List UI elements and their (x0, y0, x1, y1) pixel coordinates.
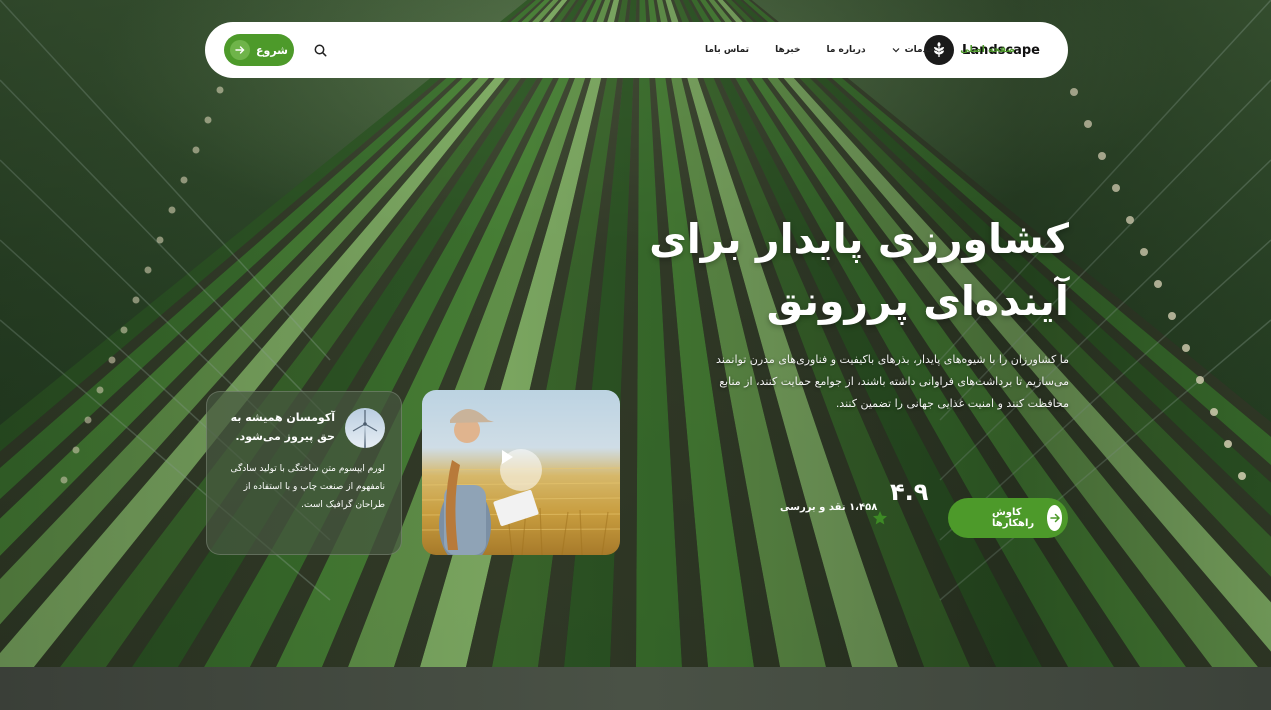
review-count: ۱،۴۵۸ نقد و بررسی (780, 502, 878, 513)
play-button[interactable] (500, 449, 542, 491)
hero-title-line-2: آینده‌ای پررونق (766, 277, 1069, 325)
hero-description-line-3: محافظت کنند و امنیت غذایی جهانی را تضمین… (835, 397, 1069, 410)
chevron-down-icon (892, 48, 900, 53)
start-button-label: شروع (255, 43, 288, 57)
play-icon (502, 450, 513, 464)
wind-turbine-icon (345, 408, 385, 448)
arrow-right-icon (230, 40, 250, 60)
menu-item-about[interactable]: درباره ما (826, 45, 865, 55)
hero-overlay (0, 0, 1271, 667)
explore-solutions-button[interactable]: کاوش راهکارها (948, 498, 1068, 538)
hero-description-line-1: ما کشاورزان را با شیوه‌های پایدار، بذرها… (715, 353, 1069, 366)
arrow-right-icon (1047, 505, 1062, 531)
bottom-band (0, 667, 1271, 710)
info-card: آکومسان همیشه به حق پیروز می‌شود. لورم ا… (206, 391, 402, 555)
hero-description: ما کشاورزان را با شیوه‌های پایدار، بذرها… (669, 349, 1069, 415)
star-icon (872, 510, 888, 530)
menu-item-home[interactable]: صفحه اصلی (960, 45, 1015, 55)
info-card-body: لورم ایپسوم متن ساختگی با تولید سادگی نا… (230, 464, 385, 510)
navbar: شروع صفحه اصلی خدمات درباره ما خبرها تما… (205, 22, 1068, 78)
rating-value: ۴.۹ (890, 478, 929, 506)
menu-item-services[interactable]: خدمات (892, 45, 935, 55)
main-menu: صفحه اصلی خدمات درباره ما خبرها تماس بام… (705, 22, 1015, 78)
menu-item-services-label: خدمات (904, 45, 935, 55)
video-card[interactable] (422, 390, 620, 555)
menu-item-news[interactable]: خبرها (775, 45, 800, 55)
hero-title: کشاورزی پایدار برای آینده‌ای پررونق (649, 208, 1069, 332)
nav-actions: شروع (224, 34, 328, 66)
start-button[interactable]: شروع (224, 34, 294, 66)
hero-description-line-2: می‌سازیم تا برداشت‌های فراوانی داشته باش… (719, 375, 1069, 388)
hero-title-line-1: کشاورزی پایدار برای (649, 215, 1069, 263)
explore-solutions-label: کاوش راهکارها (992, 507, 1035, 529)
info-card-title: آکومسان همیشه به حق پیروز می‌شود. (230, 411, 335, 443)
info-card-header: آکومسان همیشه به حق پیروز می‌شود. (223, 408, 385, 448)
search-icon[interactable] (312, 42, 328, 58)
menu-item-contact[interactable]: تماس باما (705, 45, 749, 55)
